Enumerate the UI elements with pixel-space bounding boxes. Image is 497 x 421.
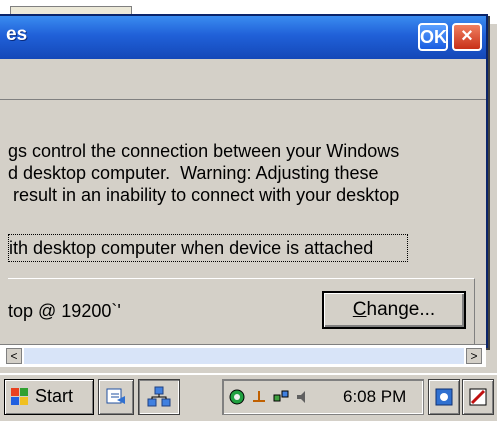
sync-checkbox-label: ith desktop computer when device is atta… [9, 238, 374, 258]
window-title: es [6, 24, 28, 45]
scroll-right-button[interactable]: > [466, 348, 482, 364]
sync-checkbox[interactable]: ith desktop computer when device is atta… [8, 234, 408, 262]
system-tray: 6:08 PM [222, 379, 424, 415]
connection-icon[interactable] [251, 389, 267, 405]
connection-label: top @ 19200`' [8, 301, 121, 321]
tab-strip [0, 59, 486, 100]
windows-flag-icon [11, 388, 29, 406]
description-line-1: gs control the connection between your W… [8, 141, 400, 161]
ok-button[interactable]: OK [418, 23, 448, 51]
network-status-icon[interactable] [273, 389, 289, 405]
task-program-button[interactable] [98, 379, 134, 415]
desktop-button[interactable] [428, 379, 460, 415]
change-button-label: hange... [366, 299, 436, 320]
change-button[interactable]: Change... [322, 291, 466, 329]
change-button-accelerator: C [352, 299, 367, 320]
input-panel-button[interactable] [462, 379, 494, 415]
taskbar: Start 6:08 PM [0, 373, 497, 421]
pen-icon [469, 388, 487, 406]
task-settings-button[interactable] [138, 379, 180, 415]
close-button[interactable]: × [452, 23, 482, 51]
volume-icon[interactable] [295, 389, 311, 405]
scroll-left-button[interactable]: < [6, 348, 22, 364]
settings-dialog: es OK × gs control the connection betwee… [0, 14, 488, 348]
scroll-track[interactable] [24, 348, 464, 364]
title-bar: es OK × [0, 16, 486, 59]
description-line-2: d desktop computer. Warning: Adjusting t… [8, 163, 379, 183]
activesync-icon[interactable] [229, 389, 245, 405]
start-button[interactable]: Start [4, 379, 94, 415]
horizontal-scrollbar[interactable]: < > [0, 344, 486, 367]
description-text: gs control the connection between your W… [8, 140, 478, 206]
start-label: Start [35, 386, 74, 406]
description-line-3: result in an inability to connect with y… [8, 185, 400, 205]
clock[interactable]: 6:08 PM [343, 387, 406, 407]
desktop-icon [435, 388, 453, 406]
network-icon [147, 386, 171, 407]
connection-group: top @ 19200`' Change... [8, 278, 475, 347]
program-icon [106, 388, 125, 404]
